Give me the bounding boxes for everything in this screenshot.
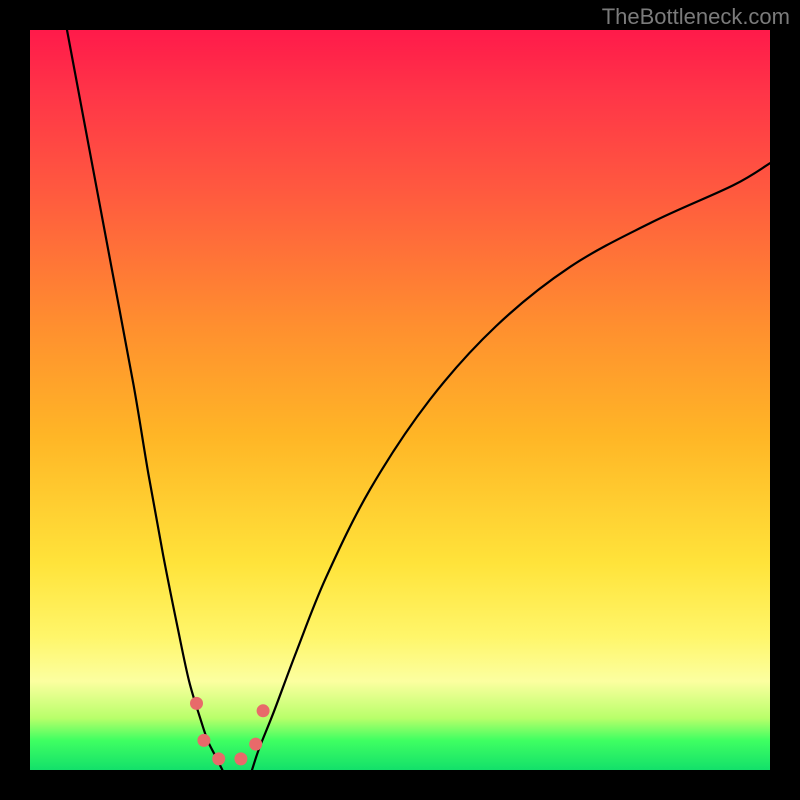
curve-right-branch xyxy=(252,163,770,770)
curve-left-branch xyxy=(67,30,222,770)
threshold-dot xyxy=(190,697,203,710)
gradient-plot-area xyxy=(30,30,770,770)
threshold-dot xyxy=(257,704,270,717)
watermark-text: TheBottleneck.com xyxy=(602,4,790,30)
chart-frame: TheBottleneck.com xyxy=(0,0,800,800)
threshold-dot xyxy=(234,752,247,765)
threshold-dot xyxy=(249,738,262,751)
threshold-dot xyxy=(212,752,225,765)
curve-overlay xyxy=(30,30,770,770)
threshold-dot xyxy=(197,734,210,747)
